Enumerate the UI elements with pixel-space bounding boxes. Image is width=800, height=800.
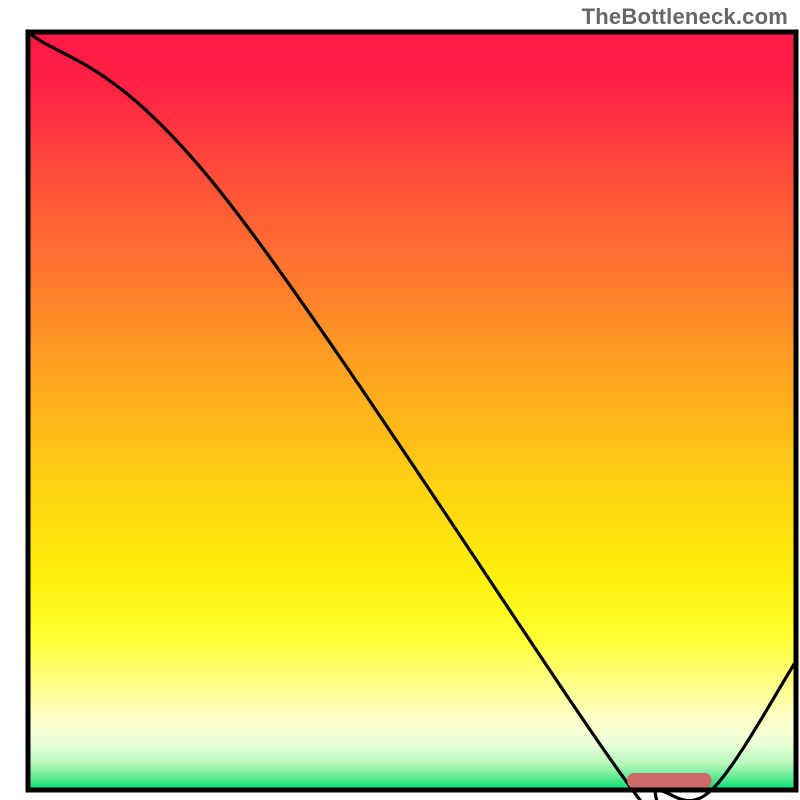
chart-container: TheBottleneck.com xyxy=(0,0,800,800)
bottleneck-chart xyxy=(0,0,800,800)
plot-background xyxy=(28,32,796,790)
attribution-label: TheBottleneck.com xyxy=(582,4,788,30)
sweet-spot-marker xyxy=(627,773,711,788)
